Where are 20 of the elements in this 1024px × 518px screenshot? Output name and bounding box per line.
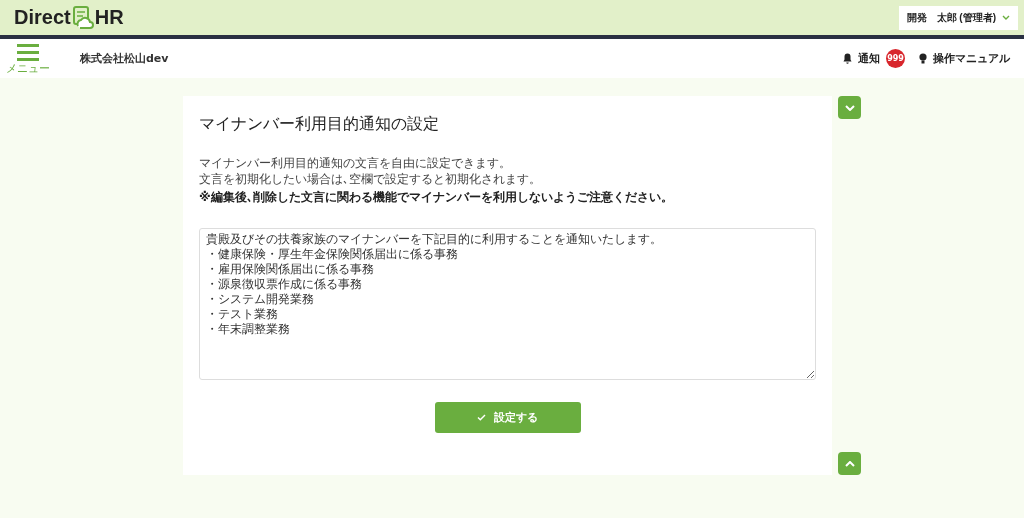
scroll-up-button[interactable] xyxy=(838,452,861,475)
check-icon xyxy=(477,414,486,421)
menu-icon xyxy=(17,43,39,62)
chevron-down-icon xyxy=(1002,14,1010,21)
description-text: マイナンバー利用目的通知の文言を自由に設定できます。 xyxy=(199,155,512,171)
logo[interactable]: Direct HR xyxy=(14,5,124,30)
bell-icon xyxy=(843,53,852,64)
notice-text-field[interactable]: 貴殿及びその扶養家族のマイナンバーを下記目的に利用することを通知いたします。 ・健康保険・厚生年金保険関係届出に係る事務 ・雇用保険関係届出に係る事務 ・源泉徴収票作成に係る事務 ・システム開発業務 ・テスト業務 ・年末調整業務 xyxy=(199,228,816,380)
company-name: 株式会社松山dev xyxy=(80,51,169,66)
page-title: マイナンバー利用目的通知の設定 xyxy=(199,114,440,135)
notification-count: 999 xyxy=(886,49,905,68)
chevron-up-icon xyxy=(844,460,855,467)
scroll-down-button[interactable] xyxy=(838,96,861,119)
chevron-down-icon xyxy=(844,104,855,111)
manual-link[interactable]: 操作マニュアル xyxy=(919,51,1010,66)
lightbulb-icon xyxy=(919,53,927,64)
user-menu[interactable]: 開発 太郎 (管理者) xyxy=(898,5,1018,30)
description-text: 文言を初期化したい場合は､空欄で設定すると初期化されます。 xyxy=(199,171,542,187)
warning-text: ※編集後､削除した文言に関わる機能でマイナンバーを利用しないようご注意ください。 xyxy=(199,189,674,206)
notifications-link[interactable]: 通知 xyxy=(843,51,880,66)
